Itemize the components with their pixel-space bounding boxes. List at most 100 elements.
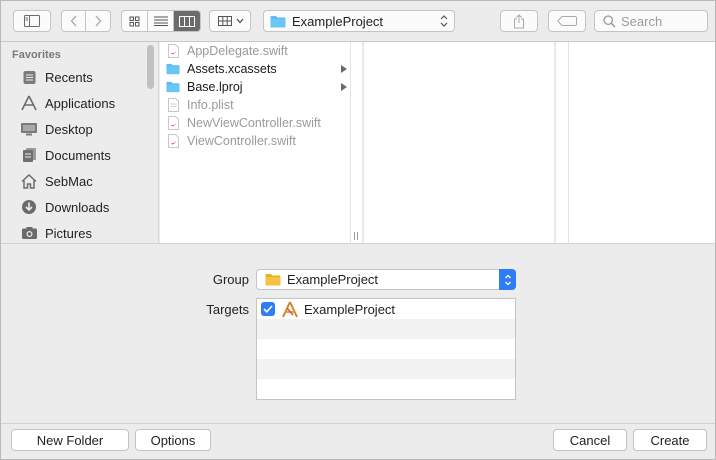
home-icon (19, 172, 39, 190)
empty-row (257, 339, 515, 359)
new-folder-button[interactable]: New Folder (11, 429, 129, 451)
group-popup-stepper[interactable] (499, 269, 516, 290)
back-button[interactable] (62, 11, 86, 31)
sidebar-item-label: Documents (45, 147, 111, 163)
swift-file-icon (166, 43, 180, 59)
share-button[interactable] (500, 10, 538, 32)
location-label: ExampleProject (292, 13, 384, 29)
app-target-icon (281, 300, 299, 318)
sidebar-section-favorites: Favorites (12, 49, 61, 61)
search-icon (603, 14, 616, 28)
folder-icon (166, 61, 180, 77)
file-row[interactable]: Info.plist (160, 96, 350, 114)
save-dialog: ExampleProject Search Favorites Recents … (0, 0, 716, 460)
sidebar-item-desktop[interactable]: Desktop (1, 116, 151, 142)
history-navigation (61, 10, 111, 32)
file-row[interactable]: Assets.xcassets (160, 60, 350, 78)
plist-file-icon (166, 97, 180, 113)
sidebar-item-label: Applications (45, 95, 116, 111)
group-label: Group (212, 272, 249, 287)
empty-row (257, 359, 515, 379)
file-browser: Favorites Recents Applications Desktop D… (1, 41, 715, 244)
sidebar-item-pictures[interactable]: Pictures (1, 220, 151, 244)
file-name: AppDelegate.swift (187, 44, 288, 58)
pictures-icon (19, 224, 39, 242)
file-row[interactable]: ViewController.swift (160, 132, 350, 150)
folder-icon (270, 15, 286, 27)
chevron-right-icon (95, 15, 102, 27)
empty-row (257, 319, 515, 339)
column-resize-handle[interactable] (350, 42, 362, 244)
group-value: ExampleProject (287, 272, 379, 287)
share-icon (514, 13, 524, 28)
search-placeholder: Search (621, 13, 663, 29)
create-button[interactable]: Create (633, 429, 707, 451)
list-view-button[interactable] (148, 11, 174, 31)
up-down-arrows-icon (504, 274, 511, 285)
arrange-popup[interactable] (209, 10, 251, 32)
sidebar-item-label: Pictures (45, 225, 92, 241)
tag-button[interactable] (548, 10, 586, 32)
column-resize-grip-icon (354, 232, 358, 240)
column-view-icon (179, 15, 195, 27)
target-name: ExampleProject (304, 301, 396, 317)
save-options-panel: Group ExampleProject Targets ExampleProj… (1, 243, 715, 423)
group-popup[interactable]: ExampleProject (256, 269, 516, 290)
file-row[interactable]: NewViewController.swift (160, 114, 350, 132)
location-popup[interactable]: ExampleProject (263, 10, 455, 32)
sidebar-item-applications[interactable]: Applications (1, 90, 151, 116)
sidebar-icon (24, 15, 40, 27)
file-row[interactable]: Base.lproj (160, 78, 350, 96)
sidebar-toggle-button[interactable] (13, 10, 51, 32)
recents-icon (19, 68, 39, 86)
file-row[interactable]: AppDelegate.swift (160, 42, 350, 60)
targets-list: ExampleProject (256, 298, 516, 400)
forward-button[interactable] (86, 11, 110, 31)
cancel-button[interactable]: Cancel (553, 429, 627, 451)
sidebar-item-recents[interactable]: Recents (1, 64, 151, 90)
sidebar-item-label: SebMac (45, 173, 93, 189)
target-row[interactable]: ExampleProject (257, 299, 515, 319)
icon-view-button[interactable] (122, 11, 148, 31)
browser-column-3 (568, 42, 715, 244)
sidebar-item-documents[interactable]: Documents (1, 142, 151, 168)
empty-row (257, 379, 515, 399)
desktop-icon (19, 120, 39, 138)
folder-icon (166, 79, 180, 95)
target-checkbox[interactable] (261, 302, 275, 316)
folder-icon (265, 274, 281, 286)
browser-column-divider (555, 42, 568, 244)
file-name: Assets.xcassets (187, 62, 277, 76)
sidebar-item-label: Desktop (45, 121, 93, 137)
toolbar: ExampleProject Search (1, 1, 715, 41)
chevron-down-icon (236, 18, 244, 24)
sidebar-item-label: Recents (45, 69, 93, 85)
sidebar-item-label: Downloads (45, 199, 110, 215)
sidebar-scrollbar[interactable] (147, 45, 154, 89)
targets-label: Targets (206, 302, 249, 317)
up-down-arrows-icon (440, 15, 448, 27)
browser-column-2 (363, 42, 554, 244)
sidebar-item-downloads[interactable]: Downloads (1, 194, 151, 220)
documents-icon (19, 146, 39, 164)
search-field[interactable]: Search (594, 10, 708, 32)
file-name: Info.plist (187, 98, 234, 112)
downloads-icon (19, 198, 39, 216)
browser-column-1: AppDelegate.swift Assets.xcassets Base.l… (160, 42, 350, 244)
options-button[interactable]: Options (135, 429, 211, 451)
view-mode-control (121, 10, 201, 32)
sidebar-item-home[interactable]: SebMac (1, 168, 151, 194)
icon-view-icon (129, 16, 140, 26)
file-name: Base.lproj (187, 80, 243, 94)
arrange-grid-icon (218, 16, 232, 26)
file-name: NewViewController.swift (187, 116, 321, 130)
sidebar: Favorites Recents Applications Desktop D… (1, 42, 159, 244)
chevron-left-icon (70, 15, 77, 27)
tag-icon (557, 16, 577, 26)
list-view-icon (153, 16, 168, 26)
column-view-button[interactable] (174, 11, 200, 31)
disclosure-arrow-icon (341, 65, 347, 73)
bottom-bar: New Folder Options Cancel Create (1, 423, 715, 459)
applications-icon (19, 94, 39, 112)
disclosure-arrow-icon (341, 83, 347, 91)
